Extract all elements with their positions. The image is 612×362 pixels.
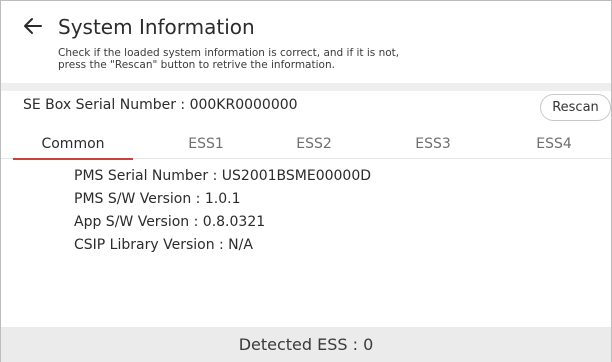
csip-library-version: CSIP Library Version : N/A bbox=[74, 237, 253, 253]
description-line-2: press the "Rescan" button to retrive the… bbox=[58, 59, 335, 71]
back-button[interactable] bbox=[21, 14, 45, 38]
tab-bar: Common ESS1 ESS2 ESS3 ESS4 bbox=[1, 129, 611, 160]
detected-ess-footer: Detected ESS : 0 bbox=[1, 327, 611, 362]
section-divider bbox=[1, 83, 611, 91]
rescan-button[interactable]: Rescan bbox=[540, 94, 611, 121]
page-description: Check if the loaded system information i… bbox=[58, 47, 478, 71]
page-title: System Information bbox=[58, 15, 255, 39]
tab-ess4[interactable]: ESS4 bbox=[499, 129, 609, 159]
description-line-1: Check if the loaded system information i… bbox=[58, 47, 400, 59]
common-info-list: PMS Serial Number : US2001BSME00000D PMS… bbox=[74, 165, 371, 257]
tab-ess2[interactable]: ESS2 bbox=[259, 129, 369, 159]
tab-common[interactable]: Common bbox=[13, 129, 133, 160]
arrow-left-icon bbox=[24, 18, 42, 34]
app-sw-version: App S/W Version : 0.8.0321 bbox=[74, 214, 266, 230]
pms-serial-number: PMS Serial Number : US2001BSME00000D bbox=[74, 168, 372, 184]
tab-ess3[interactable]: ESS3 bbox=[378, 129, 488, 159]
pms-sw-version: PMS S/W Version : 1.0.1 bbox=[74, 191, 241, 207]
tab-ess1[interactable]: ESS1 bbox=[151, 129, 261, 159]
system-information-screen: System Information Check if the loaded s… bbox=[0, 0, 612, 362]
header: System Information Check if the loaded s… bbox=[1, 1, 611, 83]
serial-row: SE Box Serial Number : 000KR0000000 Resc… bbox=[1, 91, 611, 121]
se-box-serial-number: SE Box Serial Number : 000KR0000000 bbox=[23, 97, 298, 113]
